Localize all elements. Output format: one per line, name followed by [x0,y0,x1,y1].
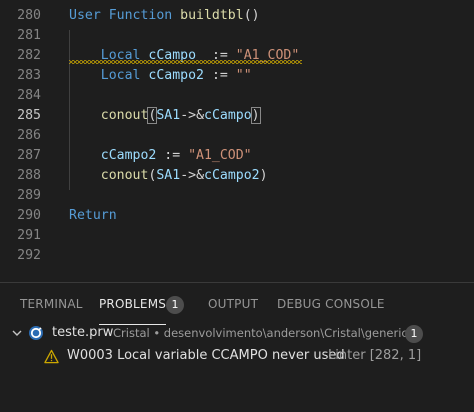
problems-count-badge: 1 [166,296,184,314]
code-line[interactable]: 284 [0,86,474,106]
code-token: SA1 [156,168,181,183]
code-token: ) [259,168,268,183]
problem-source: Linter [282, 1] [328,348,421,363]
file-problem-count-badge: 1 [405,325,423,343]
line-number: 289 [17,188,41,203]
chevron-down-icon[interactable] [10,326,24,340]
code-token: := [211,68,236,83]
warning-squiggle [69,60,302,64]
problem-source-linter: Linter [328,348,366,363]
warning-icon [44,349,59,364]
line-number: 284 [17,88,41,103]
tab-output[interactable]: OUTPUT [208,297,258,319]
problems-file-row[interactable]: teste.prw Cristal • desenvolvimento\ande… [0,323,474,345]
code-token: ->& [180,108,205,123]
code-editor[interactable]: 280 User Function buildtbl() 281 282 Local … [0,0,474,282]
code-token: conout [69,108,149,123]
line-number: 292 [17,248,41,263]
code-line[interactable]: 290 Return [0,206,474,226]
code-token: := [164,148,189,163]
code-token: "" [235,68,252,83]
code-line[interactable]: 287 cCampo2 := "A1_COD" [0,146,474,166]
code-line[interactable]: 281 [0,26,474,46]
code-line[interactable]: 283 Local cCampo2 := "" [0,66,474,86]
code-token: () [243,8,260,23]
code-line[interactable]: 291 [0,226,474,246]
tab-debug-console[interactable]: DEBUG CONSOLE [277,297,385,319]
code-token: cCampo2 [204,168,260,183]
line-number: 290 [17,208,41,223]
code-line[interactable]: 286 [0,126,474,146]
code-token: cCampo2 [69,148,165,163]
tab-problems[interactable]: PROBLEMS [99,297,167,325]
tab-problems-label: PROBLEMS [99,297,167,311]
line-number: 287 [17,148,41,163]
code-token: User Function [69,8,181,23]
line-number: 283 [17,68,41,83]
line-number: 285 [17,108,41,123]
code-line[interactable]: 285 conout(SA1->&cCampo) [0,106,474,126]
code-token: Return [69,208,117,223]
code-token: buildtbl [180,8,244,23]
line-number: 280 [17,8,41,23]
code-token: ->& [180,168,205,183]
code-text: Return [69,206,117,226]
bottom-panel: TERMINAL PROBLEMS 1 OUTPUT DEBUG CONSOLE… [0,282,474,412]
code-line[interactable]: 289 [0,186,474,206]
code-text: Local cCampo2 := "" [69,66,252,86]
code-token: conout [69,168,149,183]
code-text: User Function buildtbl() [69,6,260,26]
code-text: conout(SA1->&cCampo2) [69,166,268,186]
problem-item[interactable]: W0003 Local variable CCAMPO never used L… [0,346,474,368]
panel-tabs: TERMINAL PROBLEMS 1 OUTPUT DEBUG CONSOLE [0,283,474,327]
line-number: 288 [17,168,41,183]
problem-message: W0003 Local variable CCAMPO never used [67,348,345,363]
file-type-icon [29,326,43,340]
line-number: 281 [17,28,41,43]
code-text: cCampo2 := "A1_COD" [69,146,252,166]
line-number: 291 [17,228,41,243]
code-line[interactable]: 280 User Function buildtbl() [0,6,474,26]
line-number: 282 [17,48,41,63]
code-line[interactable]: 288 conout(SA1->&cCampo2) [0,166,474,186]
code-token: cCampo [204,108,252,123]
tab-terminal[interactable]: TERMINAL [20,297,83,319]
code-token: cCampo2 [148,68,212,83]
problem-file-name: teste.prw [52,325,114,340]
code-token: Local [69,68,149,83]
problem-position: [282, 1] [369,348,422,363]
code-line[interactable]: 292 [0,246,474,266]
code-token: ) [250,107,261,124]
code-token: "A1_COD" [188,148,252,163]
line-number: 286 [17,128,41,143]
problem-file-path: Cristal • desenvolvimento\anderson\Crist… [113,326,415,340]
code-token: SA1 [156,108,181,123]
code-text: conout(SA1->&cCampo) [69,106,261,126]
